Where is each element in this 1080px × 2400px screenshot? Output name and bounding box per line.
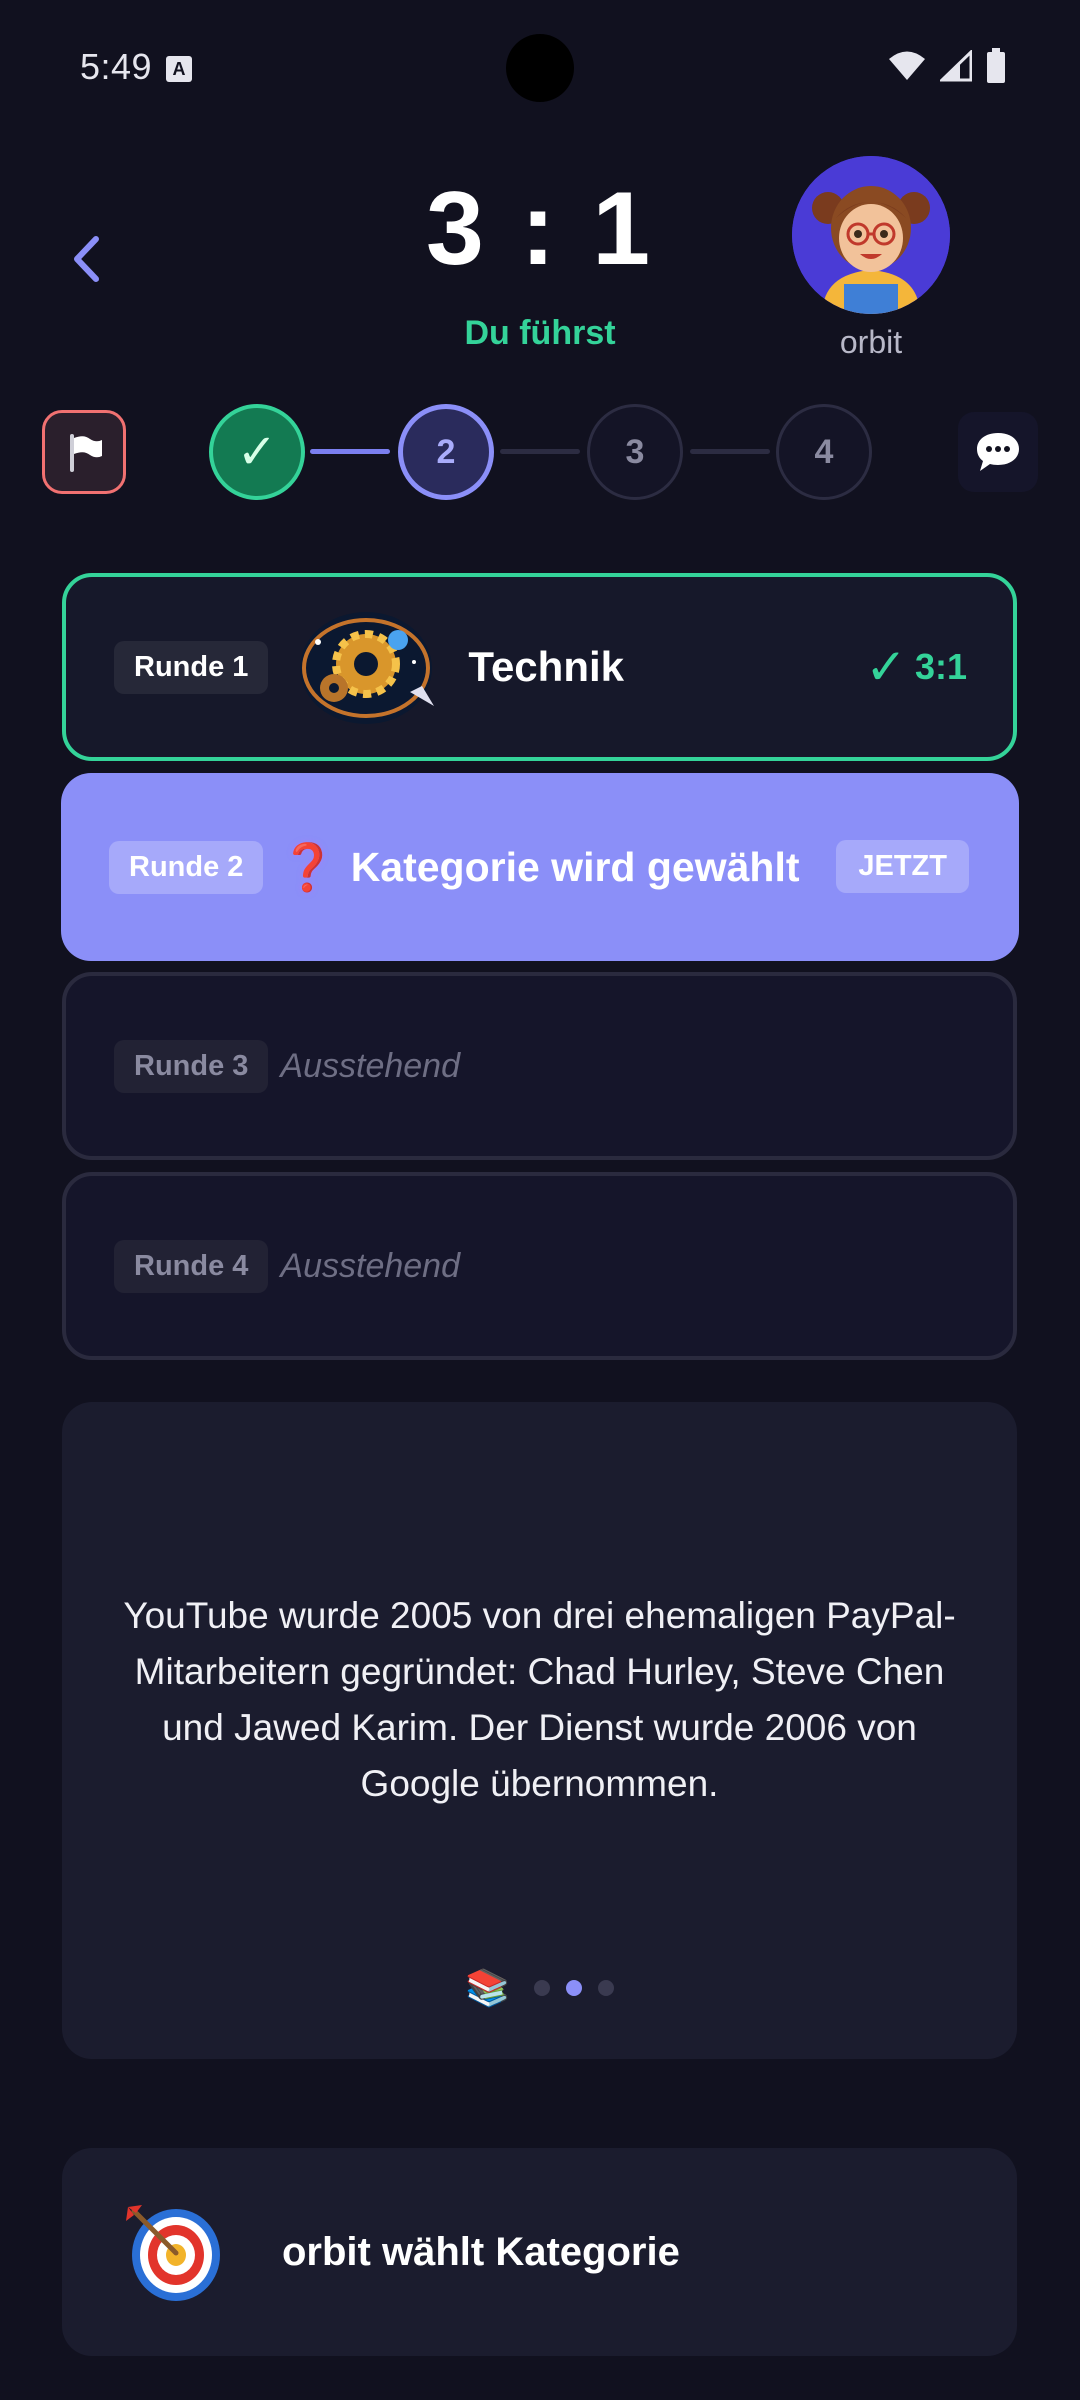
white-flag-icon xyxy=(70,434,102,472)
progress-connector-3 xyxy=(690,449,770,454)
camera-cutout xyxy=(506,34,574,102)
pager-dot-active[interactable] xyxy=(565,1980,582,1996)
books-icon: 📚 xyxy=(465,1967,510,2008)
score: 3 : 1 xyxy=(425,171,655,287)
status-bar: 5:49 A xyxy=(0,0,1080,136)
turn-status-card: orbit wählt Kategorie xyxy=(62,2148,1017,2356)
round-status-text: Kategorie wird gewählt xyxy=(350,843,800,890)
chat-button[interactable] xyxy=(958,412,1038,492)
girl-with-glasses-avatar xyxy=(792,156,950,314)
question-mark-icon: ❓ xyxy=(279,840,337,893)
battery-icon xyxy=(987,48,1005,83)
progress-connector-2 xyxy=(500,449,580,454)
target-dart-icon xyxy=(118,2197,228,2307)
round-badge: Runde 4 xyxy=(114,1239,269,1293)
round-status-text: Ausstehend xyxy=(280,1246,460,1285)
surrender-button[interactable] xyxy=(42,410,126,494)
gear-galaxy-icon xyxy=(294,602,444,732)
progress-step-1: ✓ xyxy=(209,404,305,500)
fact-card[interactable]: YouTube wurde 2005 von drei ehemaligen P… xyxy=(62,1402,1017,2059)
turn-status-text: orbit wählt Kategorie xyxy=(282,2229,680,2274)
lead-status: Du führst xyxy=(464,314,616,352)
progress-step-2: 2 xyxy=(398,404,494,500)
round-card-4: Runde 4 Ausstehend xyxy=(62,1172,1017,1360)
now-badge: JETZT xyxy=(836,840,969,893)
status-time: 5:49 xyxy=(80,46,153,87)
round-card-1[interactable]: Runde 1 Technik ✓ 3:1 xyxy=(62,573,1017,761)
round-result: ✓ 3:1 xyxy=(865,577,967,757)
check-icon: ✓ xyxy=(865,639,907,695)
opponent-avatar[interactable] xyxy=(792,156,950,314)
round-status-text: Ausstehend xyxy=(280,1046,460,1085)
fact-pager: 📚 xyxy=(62,1967,1017,2009)
round-card-2[interactable]: Runde 2 ❓ Kategorie wird gewählt JETZT xyxy=(61,773,1019,961)
round-badge: Runde 1 xyxy=(114,640,269,694)
pager-dot[interactable] xyxy=(597,1980,614,1996)
round-score: 3:1 xyxy=(914,646,967,687)
speech-bubble-icon xyxy=(977,433,1019,471)
round-card-3: Runde 3 Ausstehend xyxy=(62,972,1017,1160)
wifi-icon xyxy=(889,51,925,80)
fact-text: YouTube wurde 2005 von drei ehemaligen P… xyxy=(123,1595,956,1804)
progress-step-3: 3 xyxy=(587,404,683,500)
pager-dot[interactable] xyxy=(533,1980,550,1996)
back-button[interactable] xyxy=(56,226,116,292)
progress-step-4: 4 xyxy=(776,404,872,500)
notification-icon: A xyxy=(166,56,192,82)
progress-connector-1 xyxy=(310,449,390,454)
signal-icon xyxy=(940,50,972,82)
round-badge: Runde 2 xyxy=(109,840,264,894)
chevron-left-icon xyxy=(74,236,99,282)
round-badge: Runde 3 xyxy=(114,1039,269,1093)
category-name: Technik xyxy=(468,643,624,690)
opponent-name: orbit xyxy=(839,324,903,360)
status-icons xyxy=(888,48,1006,84)
